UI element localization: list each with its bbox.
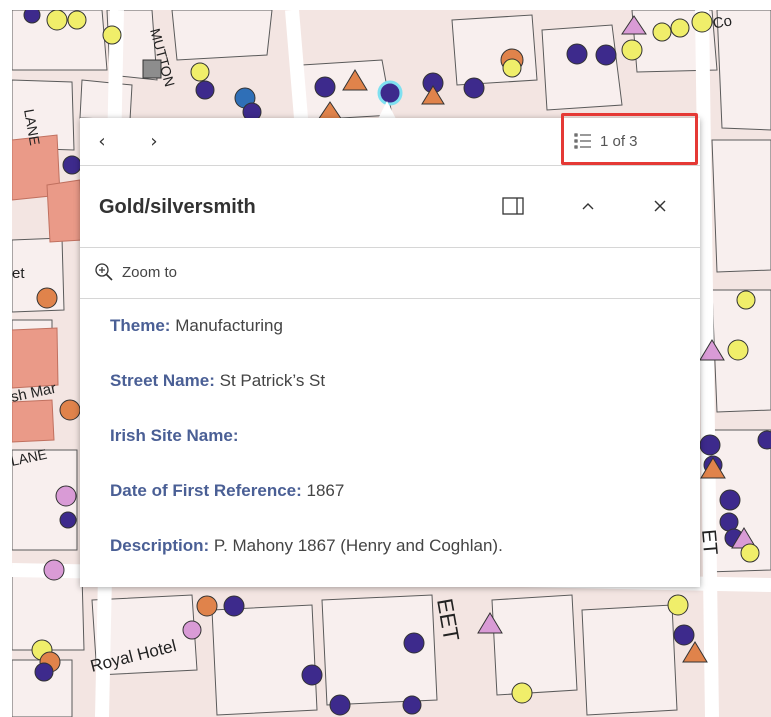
attribute-row-description: Description: P. Mahony 1867 (Henry and C…: [110, 534, 680, 589]
map-point[interactable]: [463, 77, 485, 99]
chevron-up-icon: [582, 203, 594, 210]
map-point[interactable]: [727, 339, 749, 361]
map-point[interactable]: [55, 485, 77, 507]
attribute-value: 1867: [306, 481, 345, 500]
attribute-key: Irish Site Name:: [110, 426, 239, 445]
feature-popup: ‹ › 1 of 3 Gold/silversmith Zoom to Them…: [80, 118, 700, 587]
popup-title: Gold/silversmith: [99, 196, 256, 218]
map-point[interactable]: [667, 594, 689, 616]
attribute-value: St Patrick’s St: [219, 371, 326, 390]
attribute-value: Manufacturing: [175, 316, 283, 335]
map-point[interactable]: [719, 512, 739, 532]
map-point[interactable]: [670, 18, 690, 38]
chevron-left-icon[interactable]: ‹: [90, 130, 114, 154]
close-button[interactable]: [645, 191, 675, 221]
map-point[interactable]: [691, 11, 713, 33]
map-point[interactable]: [46, 10, 68, 31]
map-point[interactable]: [402, 695, 422, 715]
map-point[interactable]: [757, 430, 771, 450]
close-icon: [654, 200, 666, 212]
map-point[interactable]: [195, 80, 215, 100]
map-point[interactable]: [301, 664, 323, 686]
map-point[interactable]: [34, 662, 54, 682]
map-label-street-left: et: [12, 265, 25, 282]
attribute-row-theme: Theme: Manufacturing: [110, 314, 680, 369]
map-point[interactable]: [595, 44, 617, 66]
map-viewer: MUTTON LANE et sh Mar LANE Royal Hotel E…: [0, 0, 771, 717]
attribute-list: Theme: Manufacturing Street Name: St Pat…: [110, 314, 680, 589]
map-point[interactable]: [23, 10, 41, 24]
zoom-to-button[interactable]: Zoom to: [94, 262, 177, 282]
map-point[interactable]: [67, 10, 87, 30]
popup-pointer: [378, 101, 396, 119]
map-point[interactable]: [43, 559, 65, 581]
map-point[interactable]: [719, 489, 741, 511]
attribute-key: Date of First Reference:: [110, 481, 302, 500]
map-point[interactable]: [736, 290, 756, 310]
map-point[interactable]: [59, 511, 77, 529]
zoom-in-icon: [95, 263, 113, 281]
map-point[interactable]: [329, 694, 351, 716]
map-point[interactable]: [673, 624, 695, 646]
map-point[interactable]: [59, 399, 81, 421]
popup-actions: Zoom to: [80, 248, 700, 299]
map-point[interactable]: [223, 595, 245, 617]
attribute-key: Theme:: [110, 316, 171, 335]
map-point[interactable]: [102, 25, 122, 45]
attribute-value: P. Mahony 1867 (Henry and Coghlan).: [213, 536, 503, 555]
attribute-row-irish-site-name: Irish Site Name:: [110, 424, 680, 479]
popup-header: Gold/silversmith: [80, 165, 700, 248]
map-point-square[interactable]: [142, 59, 162, 79]
map-point[interactable]: [196, 595, 218, 617]
map-point[interactable]: [740, 543, 760, 563]
map-point[interactable]: [182, 620, 202, 640]
map-point[interactable]: [699, 434, 721, 456]
map-point[interactable]: [621, 39, 643, 61]
map-point[interactable]: [36, 287, 58, 309]
map-point[interactable]: [511, 682, 533, 704]
feature-count-highlight: [561, 113, 698, 165]
map-point[interactable]: [566, 43, 588, 65]
zoom-to-label: Zoom to: [122, 263, 178, 281]
collapse-button[interactable]: [573, 191, 603, 221]
attribute-key: Description:: [110, 536, 210, 555]
map-label-street-right: ET: [697, 529, 721, 556]
map-point[interactable]: [502, 58, 522, 78]
map-point[interactable]: [314, 76, 336, 98]
map-point[interactable]: [403, 632, 425, 654]
chevron-right-icon[interactable]: ›: [142, 130, 166, 154]
dock-button[interactable]: [498, 191, 528, 221]
map-point[interactable]: [652, 22, 672, 42]
attribute-key: Street Name:: [110, 371, 215, 390]
attribute-row-first-reference-date: Date of First Reference: 1867: [110, 479, 680, 534]
dock-icon: [502, 197, 524, 215]
map-point[interactable]: [190, 62, 210, 82]
attribute-row-street-name: Street Name: St Patrick’s St: [110, 369, 680, 424]
map-point[interactable]: [62, 155, 82, 175]
